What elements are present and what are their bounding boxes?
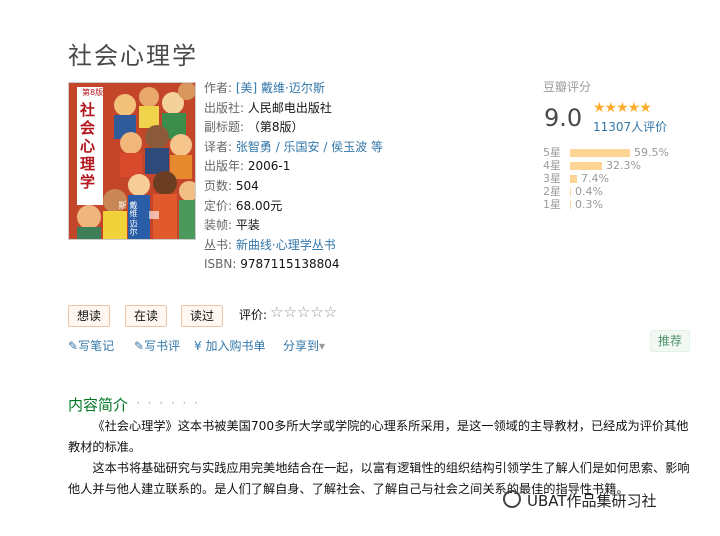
info-pages: 页数: 504 [204, 178, 259, 193]
info-binding: 装帧: 平装 [204, 218, 260, 233]
intro-paragraph-1: 《社会心理学》这本书被美国700多所大学或学院的心理系所采用，是这一领域的主导教… [68, 419, 689, 454]
rating-panel: 豆瓣评分 9.0 ★★★★★ 11307人评价 [543, 78, 693, 134]
reading-button[interactable]: 在读 [125, 305, 168, 327]
dist-pct: 32.3% [606, 159, 641, 172]
rating-votes-link[interactable]: 11307人评价 [593, 118, 667, 135]
info-series: 丛书: 新曲线·心理学丛书 [204, 237, 336, 252]
dist-pct: 7.4% [581, 172, 609, 185]
wechat-icon [503, 490, 521, 508]
dist-row: 5星 59.5% [543, 146, 669, 159]
info-isbn: ISBN: 9787115138804 [204, 257, 340, 272]
cover-author: 戴维·迈尔斯 [118, 201, 138, 236]
want-read-button[interactable]: 想读 [68, 305, 111, 327]
yen-icon: ¥ [194, 339, 206, 353]
dist-pct: 0.3% [575, 198, 603, 211]
info-year: 出版年: 2006-1 [204, 159, 291, 174]
info-author: 作者: [美] 戴维·迈尔斯 [204, 81, 325, 95]
rate-stars-icon[interactable]: ☆☆☆☆☆ [270, 303, 337, 321]
dist-bar [570, 201, 571, 209]
watermark: UBAT作品集研习社 [503, 490, 657, 511]
book-title: 社会心理学 [68, 42, 198, 70]
share-link[interactable]: 分享到▾ [283, 337, 325, 354]
chevron-down-icon: ▾ [319, 339, 326, 353]
dist-row: 4星 32.3% [543, 159, 641, 172]
write-note-link[interactable]: ✎写笔记 [68, 337, 114, 354]
dist-bar [570, 175, 577, 183]
recommend-button[interactable]: 推荐 [650, 330, 690, 352]
info-price: 定价: 68.00元 [204, 198, 283, 213]
cover-title: 社 会 心 理 学 [80, 101, 96, 191]
info-subtitle: 副标题: （第8版） [204, 120, 304, 135]
cover-edition: 第8版 [82, 88, 104, 97]
dist-bar [570, 188, 571, 196]
rating-stars-icon: ★★★★★ [593, 100, 652, 116]
dist-row: 3星 7.4% [543, 172, 609, 185]
read-button[interactable]: 读过 [181, 305, 224, 327]
book-info: 作者: [美] 戴维·迈尔斯 出版社: 人民邮电出版社 副标题: （第8版） 译… [204, 79, 383, 275]
dist-pct: 59.5% [634, 146, 669, 159]
intro-dots: · · · · · · [136, 396, 200, 410]
dist-row: 1星 0.3% [543, 198, 603, 211]
dist-pct: 0.4% [575, 185, 603, 198]
dist-bar [570, 162, 602, 170]
intro-section-title: 内容简介 [68, 396, 129, 414]
my-rating-label: 评价: [239, 308, 268, 322]
dist-bar [570, 149, 630, 157]
pencil-icon: ✎ [134, 339, 145, 353]
info-publisher: 出版社: 人民邮电出版社 [204, 100, 332, 115]
book-cover[interactable]: 第8版 社 会 心 理 学 戴维·迈尔斯 [68, 82, 196, 240]
pencil-icon: ✎ [68, 339, 79, 353]
author-link[interactable]: [美] 戴维·迈尔斯 [236, 81, 325, 95]
rating-label: 豆瓣评分 [543, 80, 592, 94]
series-link[interactable]: 新曲线·心理学丛书 [236, 238, 336, 252]
translator-links[interactable]: 张智勇 / 乐国安 / 侯玉波 等 [236, 140, 383, 154]
write-review-link[interactable]: ✎写书评 [134, 337, 180, 354]
info-translator: 译者: 张智勇 / 乐国安 / 侯玉波 等 [204, 139, 384, 154]
dist-row: 2星 0.4% [543, 185, 603, 198]
rating-distribution: 5星 59.5% 4星 32.3% 3星 7.4% 2星 0.4% 1星 0.3% [543, 146, 669, 211]
rating-score: 9.0 [544, 104, 583, 132]
add-to-cart-link[interactable]: ¥ 加入购书单 [194, 337, 265, 354]
